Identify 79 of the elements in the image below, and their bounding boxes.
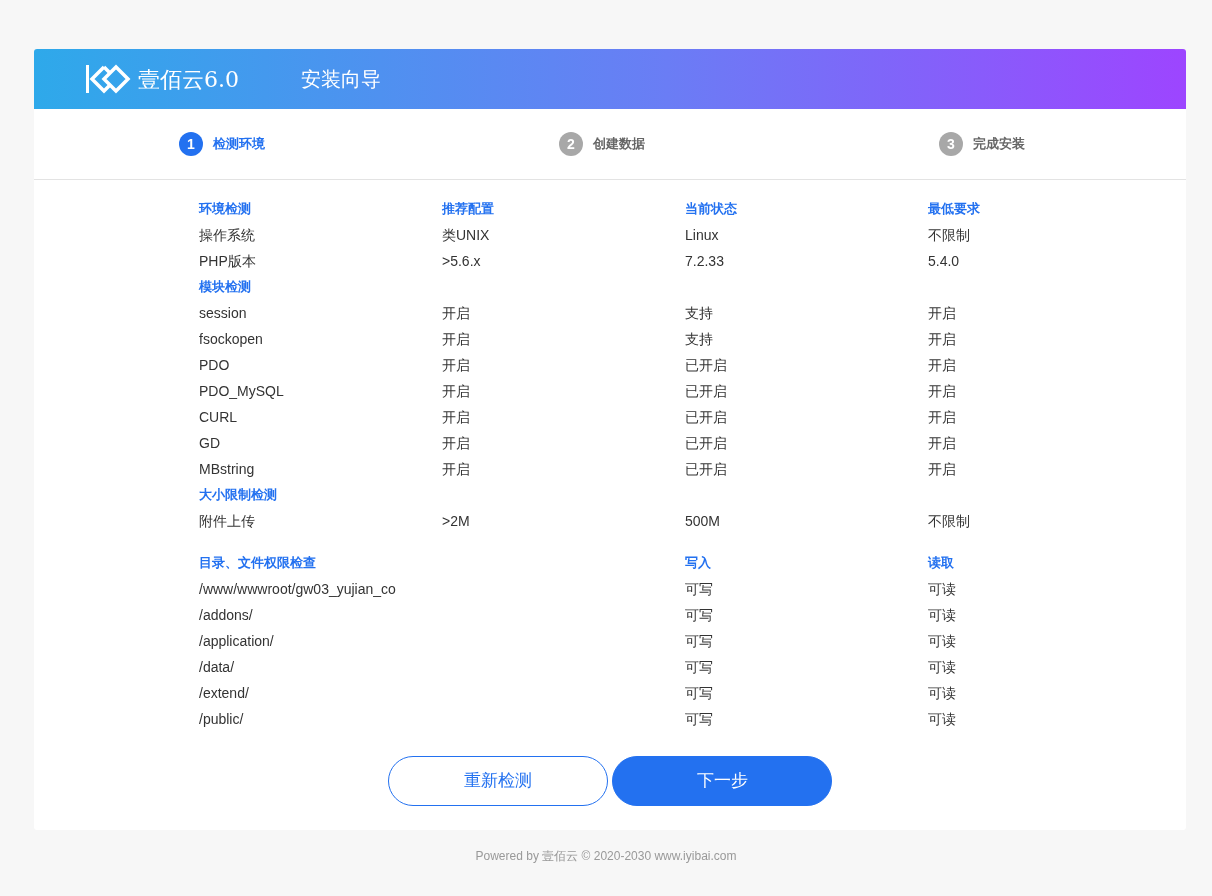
step-number[interactable]: 3 <box>939 132 963 156</box>
table-cell-text: 不限制 <box>928 512 971 531</box>
table-cell-text: 可写 <box>685 580 714 599</box>
table-cell-text: 开启 <box>442 304 471 323</box>
table-cell-text: 可读 <box>928 658 957 677</box>
table-cell-text: 7.2.33 <box>685 252 725 271</box>
table-cell-text: PDO <box>199 356 231 375</box>
brand-name: 壹佰云6.0 <box>138 65 239 94</box>
table-cell-text: GD <box>199 434 221 453</box>
table-cell-text: 开启 <box>442 434 471 453</box>
page-title: 安装向导 <box>301 67 381 92</box>
table-cell-text: /data/ <box>199 658 236 677</box>
step-label[interactable]: 创建数据 <box>593 134 645 154</box>
table-cell-text: 已开启 <box>685 460 728 479</box>
table-cell-text: /public/ <box>199 710 245 729</box>
table-cell-text: 开启 <box>928 330 957 349</box>
table-cell-text: 可读 <box>928 606 957 625</box>
table-cell-text: 开启 <box>928 434 957 453</box>
section-heading: 环境检测 <box>199 200 252 218</box>
table-cell-text: 开启 <box>928 304 957 323</box>
next-button[interactable]: 下一步 <box>612 756 832 806</box>
table-cell-text: 开启 <box>442 382 471 401</box>
table-cell-text: 操作系统 <box>199 226 256 245</box>
table-cell-text: 支持 <box>685 330 714 349</box>
table-cell-text: 不限制 <box>928 226 971 245</box>
table-cell-text: 可写 <box>685 632 714 651</box>
step-number[interactable]: 1 <box>179 132 203 156</box>
table-cell-text: 开启 <box>442 330 471 349</box>
table-cell-text: fsockopen <box>199 330 264 349</box>
table-cell-text: /application/ <box>199 632 275 651</box>
table-cell-text: 可读 <box>928 684 957 703</box>
table-cell-text: 可读 <box>928 710 957 729</box>
recheck-button[interactable]: 重新检测 <box>388 756 608 806</box>
table-cell-text: /addons/ <box>199 606 254 625</box>
step-label[interactable]: 完成安装 <box>973 134 1025 154</box>
column-heading: 推荐配置 <box>442 200 495 218</box>
table-cell-text: /extend/ <box>199 684 250 703</box>
table-cell-text: 开启 <box>442 460 471 479</box>
logo-icon <box>86 64 132 94</box>
table-cell-text: 可写 <box>685 606 714 625</box>
table-cell-text: 可写 <box>685 710 714 729</box>
table-cell-text: 开启 <box>928 382 957 401</box>
table-cell-text: 开启 <box>928 408 957 427</box>
table-cell-text: 开启 <box>928 460 957 479</box>
column-heading: 读取 <box>928 554 955 572</box>
table-cell-text: >5.6.x <box>442 252 482 271</box>
table-cell-text: /www/wwwroot/gw03_yujian_co <box>199 580 397 599</box>
table-cell-text: 可读 <box>928 580 957 599</box>
table-cell-text: 500M <box>685 512 722 531</box>
table-cell-text: 可写 <box>685 684 714 703</box>
table-cell-text: 开启 <box>442 408 471 427</box>
table-cell-text: PDO_MySQL <box>199 382 285 401</box>
table-cell-text: 类UNIX <box>442 226 491 245</box>
table-cell-text: 已开启 <box>685 434 728 453</box>
step-number[interactable]: 2 <box>559 132 583 156</box>
table-cell-text: PHP版本 <box>199 252 257 271</box>
column-heading: 写入 <box>685 554 712 572</box>
table-cell-text: MBstring <box>199 460 256 479</box>
table-cell-text: 附件上传 <box>199 512 256 531</box>
column-heading: 当前状态 <box>685 200 738 218</box>
table-cell-text: 已开启 <box>685 356 728 375</box>
column-heading: 最低要求 <box>928 200 981 218</box>
table-cell-text: session <box>199 304 248 323</box>
table-cell-text: 开启 <box>928 356 957 375</box>
step-label[interactable]: 检测环境 <box>213 134 265 154</box>
table-cell-text: 支持 <box>685 304 714 323</box>
table-cell-text: 已开启 <box>685 382 728 401</box>
table-cell-text: >2M <box>442 512 471 531</box>
section-heading: 目录、文件权限检查 <box>199 554 317 572</box>
table-cell-text: CURL <box>199 408 239 427</box>
table-cell-text: 已开启 <box>685 408 728 427</box>
section-heading: 模块检测 <box>199 278 252 296</box>
footer-text: Powered by 壹佰云 © 2020-2030 www.iyibai.com <box>475 849 737 863</box>
table-cell-text: 开启 <box>442 356 471 375</box>
table-cell-text: 可读 <box>928 632 957 651</box>
table-cell-text: 5.4.0 <box>928 252 961 271</box>
table-cell-text: 可写 <box>685 658 714 677</box>
table-cell-text: Linux <box>685 226 720 245</box>
section-heading: 大小限制检测 <box>199 486 278 504</box>
